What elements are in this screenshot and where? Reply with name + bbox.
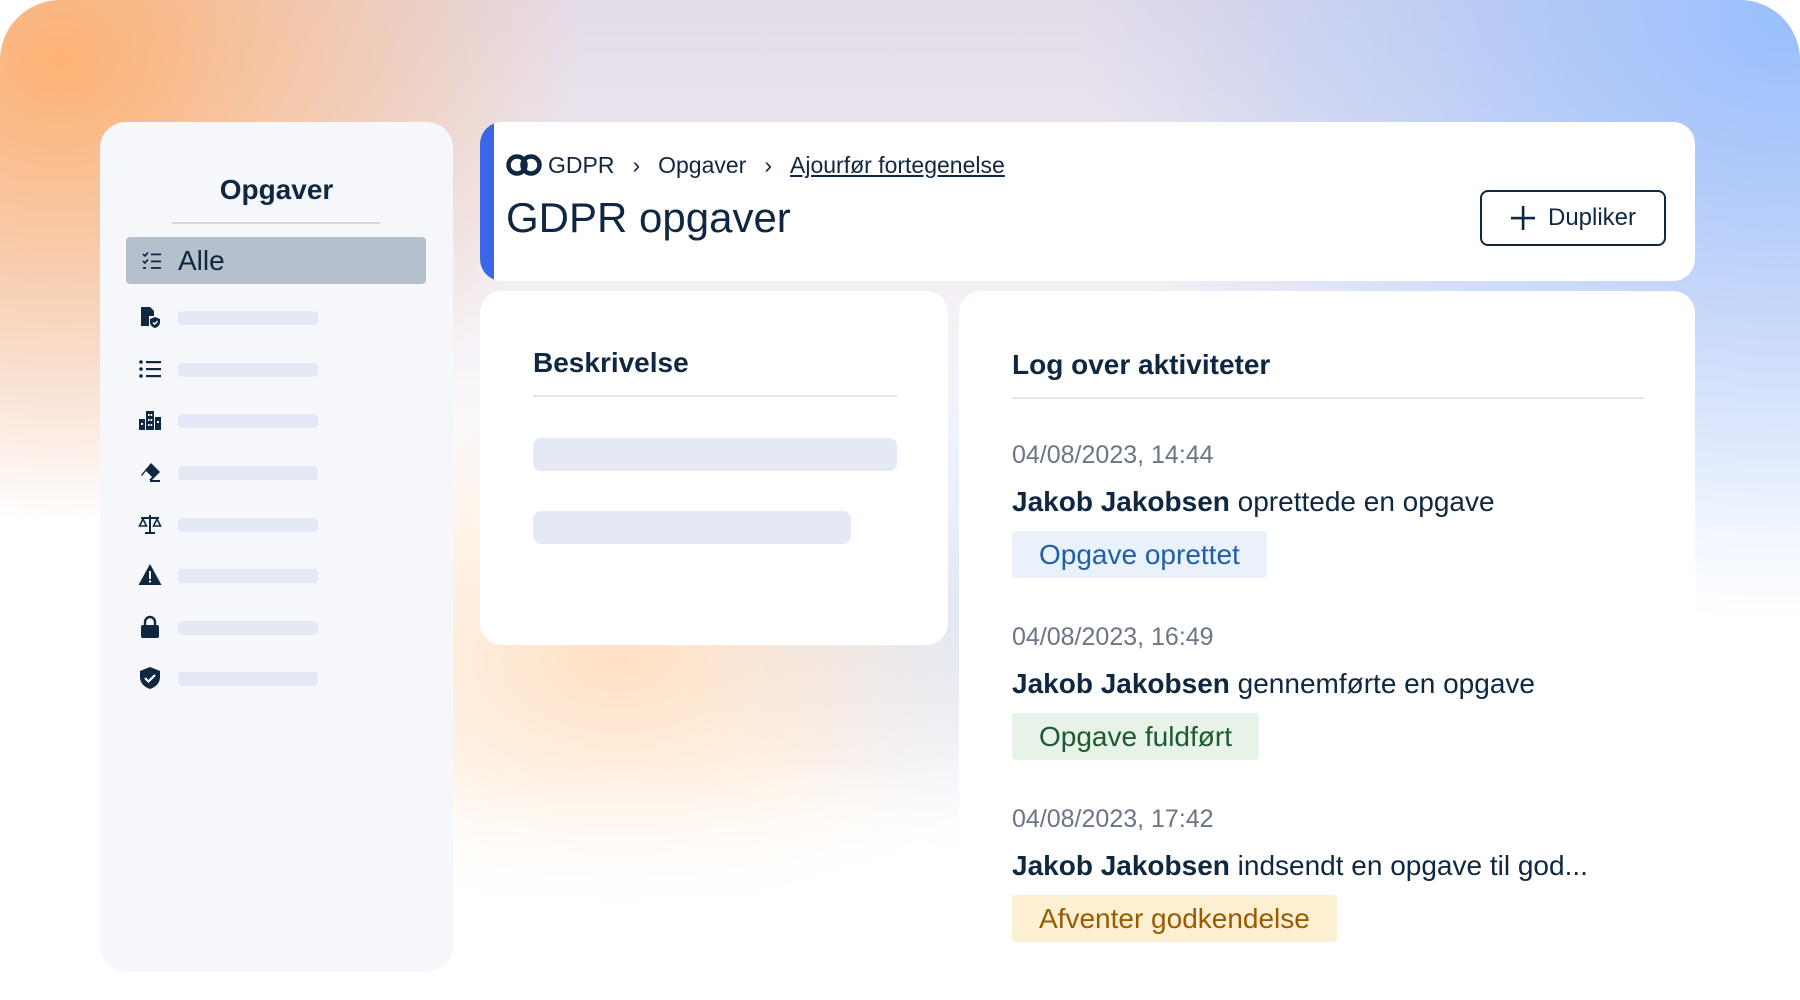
breadcrumb-opgaver[interactable]: Opgaver — [658, 152, 746, 179]
skeleton-bar — [178, 518, 318, 532]
breadcrumb-current[interactable]: Ajourfør fortegenelse — [790, 152, 1005, 179]
skeleton-bar — [178, 569, 318, 583]
page-title: GDPR opgaver — [506, 194, 791, 241]
sidebar-item[interactable] — [138, 408, 398, 432]
description-divider — [533, 395, 897, 397]
activity-log-card: Log over aktiviteter 04/08/2023, 14:44 J… — [959, 291, 1695, 1000]
sidebar-item[interactable] — [138, 615, 398, 639]
duplicate-button[interactable]: Dupliker — [1480, 190, 1666, 246]
log-text: Jakob Jakobsen gennemførte en opgave — [1012, 667, 1652, 701]
skeleton-bar — [533, 511, 851, 544]
app-logo-icon — [506, 154, 542, 176]
file-shield-icon — [141, 307, 160, 328]
log-entry: 04/08/2023, 17:42 Jakob Jakobsen indsend… — [1012, 803, 1652, 942]
eraser-icon — [141, 463, 160, 482]
description-card: Beskrivelse — [480, 291, 948, 645]
log-entry: 04/08/2023, 14:44 Jakob Jakobsen oprette… — [1012, 439, 1652, 578]
skeleton-bar — [178, 621, 318, 635]
scale-icon — [138, 515, 162, 534]
log-action: gennemførte en opgave — [1229, 668, 1535, 699]
log-user: Jakob Jakobsen — [1012, 668, 1230, 699]
sidebar-item[interactable] — [138, 460, 398, 484]
log-action: indsendt en opgave til god... — [1229, 850, 1588, 881]
sidebar-item[interactable] — [138, 666, 398, 690]
skeleton-bar — [178, 672, 318, 686]
sidebar-item[interactable] — [138, 512, 398, 536]
header-accent-bar — [480, 122, 494, 281]
log-timestamp: 04/08/2023, 16:49 — [1012, 623, 1214, 651]
shield-check-icon — [140, 667, 160, 689]
log-text: Jakob Jakobsen oprettede en opgave — [1012, 485, 1652, 519]
skeleton-bar — [178, 311, 318, 325]
skeleton-bar — [533, 438, 897, 471]
status-badge: Opgave oprettet — [1012, 531, 1267, 578]
sidebar-title: Opgaver — [219, 174, 334, 205]
checklist-icon — [142, 251, 161, 269]
skeleton-bar — [178, 466, 318, 480]
duplicate-button-label: Dupliker — [1547, 204, 1637, 231]
sidebar-item-label: Alle — [178, 245, 225, 276]
log-user: Jakob Jakobsen — [1012, 486, 1230, 517]
activity-log-title: Log over aktiviteter — [1012, 349, 1271, 380]
buildings-icon — [139, 411, 161, 430]
breadcrumb-gdpr[interactable]: GDPR — [548, 152, 614, 179]
header-card: GDPR › Opgaver › Ajourfør fortegenelse G… — [480, 122, 1695, 281]
warning-icon — [138, 564, 162, 585]
chevron-right-icon: › — [632, 151, 641, 178]
log-entry: 04/08/2023, 16:49 Jakob Jakobsen gennemf… — [1012, 621, 1652, 760]
sidebar-divider — [172, 222, 380, 224]
plus-icon — [1510, 206, 1535, 230]
skeleton-bar — [178, 363, 318, 377]
log-action: oprettede en opgave — [1229, 486, 1495, 517]
activity-log-divider — [1012, 397, 1644, 399]
sidebar-item[interactable] — [138, 357, 398, 381]
list-icon — [139, 360, 161, 378]
lock-icon — [141, 615, 159, 638]
breadcrumb: GDPR › Opgaver › Ajourfør fortegenelse — [506, 150, 1005, 180]
log-timestamp: 04/08/2023, 14:44 — [1012, 441, 1214, 469]
description-title: Beskrivelse — [533, 347, 689, 378]
sidebar-item-all[interactable]: Alle — [126, 237, 426, 284]
chevron-right-icon: › — [764, 151, 773, 178]
sidebar-item[interactable] — [138, 305, 398, 329]
status-badge: Afventer godkendelse — [1012, 895, 1337, 942]
skeleton-bar — [178, 414, 318, 428]
log-text: Jakob Jakobsen indsendt en opgave til go… — [1012, 849, 1652, 883]
status-badge: Opgave fuldført — [1012, 713, 1259, 760]
sidebar: Opgaver Alle — [100, 122, 453, 972]
log-timestamp: 04/08/2023, 17:42 — [1012, 805, 1214, 833]
sidebar-item[interactable] — [138, 563, 398, 587]
log-user: Jakob Jakobsen — [1012, 850, 1230, 881]
